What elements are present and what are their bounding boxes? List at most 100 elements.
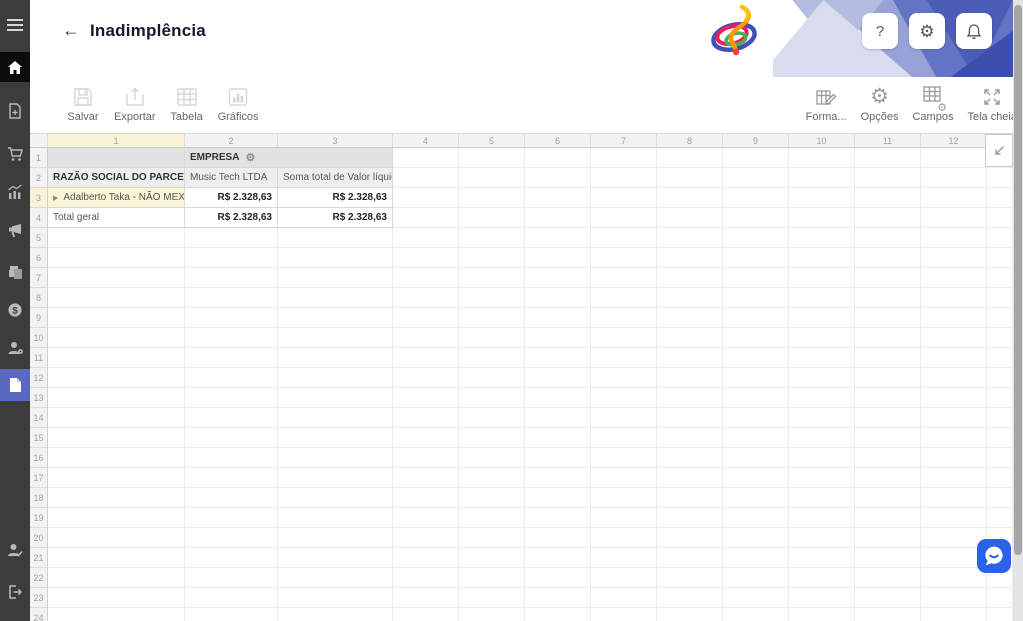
row-header[interactable]: 4 (30, 208, 48, 228)
grid-cell[interactable] (459, 608, 525, 621)
grid-cell[interactable] (393, 388, 459, 408)
grid-cell[interactable] (525, 448, 591, 468)
grid-cell[interactable] (591, 588, 657, 608)
grid-cell[interactable] (591, 268, 657, 288)
grid-cell[interactable] (855, 168, 921, 188)
row-header[interactable]: 13 (30, 388, 48, 408)
grid-cell[interactable] (278, 588, 393, 608)
grid-cell[interactable] (789, 208, 855, 228)
grid-cell[interactable] (525, 248, 591, 268)
grid-cell[interactable] (921, 288, 987, 308)
grid-cell[interactable] (657, 268, 723, 288)
pivot-cell[interactable]: Total geral (48, 208, 185, 228)
row-header[interactable]: 14 (30, 408, 48, 428)
grid-cell[interactable] (459, 308, 525, 328)
grid-cell[interactable] (48, 508, 185, 528)
grid-cell[interactable] (591, 408, 657, 428)
grid-cell[interactable] (525, 208, 591, 228)
grid-cell[interactable] (278, 248, 393, 268)
grid-cell[interactable] (278, 308, 393, 328)
grid-cell[interactable] (921, 448, 987, 468)
grid-cell[interactable] (525, 468, 591, 488)
grid-cell[interactable] (459, 188, 525, 208)
grid-cell[interactable] (657, 508, 723, 528)
grid-cell[interactable] (855, 308, 921, 328)
grid-cell[interactable] (723, 268, 789, 288)
fields-button[interactable]: ⚙ Campos (912, 84, 953, 123)
grid-cell[interactable] (278, 348, 393, 368)
column-header[interactable]: 12 (921, 134, 987, 148)
sidebar-item-announcements[interactable] (0, 215, 30, 245)
grid-cell[interactable] (921, 268, 987, 288)
row-header[interactable]: 24 (30, 608, 48, 621)
grid-cell[interactable] (525, 548, 591, 568)
column-header[interactable]: 1 (48, 134, 185, 148)
grid-cell[interactable] (278, 508, 393, 528)
sidebar-item-new-file[interactable] (0, 96, 30, 126)
grid-cell[interactable] (987, 168, 1013, 188)
pivot-cell[interactable]: R$ 2.328,63 (278, 208, 393, 228)
grid-cell[interactable] (393, 228, 459, 248)
grid-cell[interactable] (723, 448, 789, 468)
grid-cell[interactable] (393, 168, 459, 188)
grid-cell[interactable] (987, 228, 1013, 248)
grid-cell[interactable] (657, 448, 723, 468)
pivot-cell[interactable] (48, 148, 185, 168)
grid-cell[interactable] (591, 148, 657, 168)
grid-cell[interactable] (459, 368, 525, 388)
grid-cell[interactable] (987, 288, 1013, 308)
grid-cell[interactable] (185, 268, 278, 288)
grid-cell[interactable] (48, 428, 185, 448)
grid-cell[interactable] (525, 288, 591, 308)
grid-cell[interactable] (657, 588, 723, 608)
grid-cell[interactable] (591, 368, 657, 388)
grid-cell[interactable] (789, 408, 855, 428)
grid-cell[interactable] (987, 428, 1013, 448)
grid-cell[interactable] (459, 408, 525, 428)
grid-cell[interactable] (723, 468, 789, 488)
grid-cell[interactable] (789, 248, 855, 268)
grid-cell[interactable] (921, 148, 987, 168)
grid-cell[interactable] (48, 448, 185, 468)
grid-cell[interactable] (591, 328, 657, 348)
grid-cell[interactable] (459, 528, 525, 548)
row-header[interactable]: 21 (30, 548, 48, 568)
row-header[interactable]: 19 (30, 508, 48, 528)
grid-cell[interactable] (855, 508, 921, 528)
grid-cell[interactable] (921, 228, 987, 248)
pivot-cell[interactable]: R$ 2.328,63 (185, 188, 278, 208)
grid-cell[interactable] (657, 608, 723, 621)
grid-cell[interactable] (278, 428, 393, 448)
grid-cell[interactable] (921, 208, 987, 228)
grid-cell[interactable] (657, 288, 723, 308)
grid-cell[interactable] (789, 468, 855, 488)
grid-cell[interactable] (525, 428, 591, 448)
grid-cell[interactable] (789, 148, 855, 168)
grid-cell[interactable] (723, 408, 789, 428)
grid-cell[interactable] (459, 208, 525, 228)
row-header[interactable]: 6 (30, 248, 48, 268)
grid-cell[interactable] (278, 288, 393, 308)
menu-icon[interactable] (0, 10, 30, 40)
sidebar-item-documents-active[interactable] (0, 369, 30, 401)
grid-cell[interactable] (657, 428, 723, 448)
grid-cell[interactable] (855, 188, 921, 208)
grid-cell[interactable] (921, 308, 987, 328)
grid-cell[interactable] (278, 448, 393, 468)
grid-cell[interactable] (185, 388, 278, 408)
sidebar-item-reports[interactable] (0, 257, 30, 287)
grid-cell[interactable] (987, 368, 1013, 388)
grid-cell[interactable] (459, 328, 525, 348)
grid-cell[interactable] (459, 448, 525, 468)
column-header[interactable]: 3 (278, 134, 393, 148)
grid-cell[interactable] (459, 468, 525, 488)
grid-cell[interactable] (987, 268, 1013, 288)
grid-cell[interactable] (723, 188, 789, 208)
grid-cell[interactable] (789, 168, 855, 188)
grid-cell[interactable] (48, 268, 185, 288)
grid-cell[interactable] (855, 468, 921, 488)
grid-cell[interactable] (657, 348, 723, 368)
grid-cell[interactable] (723, 568, 789, 588)
grid-cell[interactable] (393, 308, 459, 328)
grid-cell[interactable] (855, 588, 921, 608)
